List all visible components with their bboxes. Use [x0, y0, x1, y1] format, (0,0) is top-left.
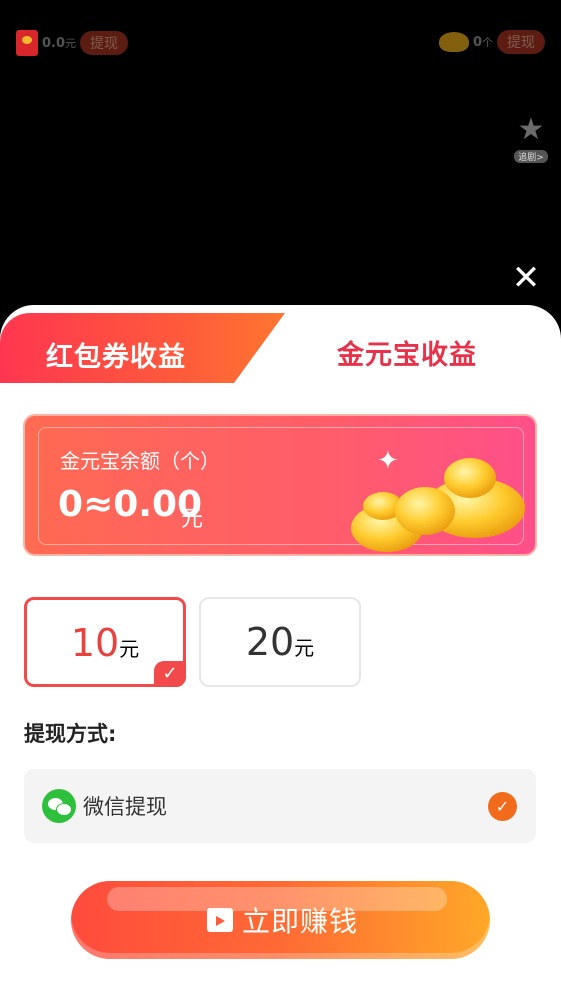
amount-option-10[interactable]: 10元 ✓: [24, 597, 186, 687]
amount-option-20[interactable]: 20元: [199, 597, 361, 687]
amount-option-unit: 元: [294, 636, 315, 660]
follow-drama-button[interactable]: ★ 追剧>: [511, 112, 551, 163]
withdraw-sheet: 红包券收益 金元宝收益 金元宝余额（个） 0≈0.00 元 ✦ 10元 ✓ 20…: [0, 305, 561, 993]
wechat-method-label: 微信提现: [83, 795, 167, 819]
earn-now-label: 立即赚钱: [242, 905, 359, 938]
balance-unit: 元: [181, 507, 204, 532]
star-icon: ★: [517, 112, 545, 147]
ingot-count-value: 0: [472, 35, 482, 50]
gold-ingot-icon: [438, 32, 469, 52]
close-icon[interactable]: ✕: [510, 261, 542, 295]
wechat-icon: [42, 789, 76, 823]
ingot-count-unit: 个: [482, 36, 493, 49]
follow-drama-label: 追剧>: [514, 150, 548, 163]
cash-balance-unit: 元: [65, 37, 77, 50]
red-packet-icon: [16, 30, 38, 56]
check-circle-icon: ✓: [488, 792, 517, 821]
balance-title: 金元宝余额（个）: [60, 449, 220, 473]
withdraw-method-wechat[interactable]: 微信提现 ✓: [24, 769, 536, 843]
top-bar: 0.0元 提现 0个 提现: [0, 28, 561, 58]
tab-red-packet[interactable]: 红包券收益: [0, 313, 285, 383]
video-icon: [207, 908, 233, 932]
gold-ingots-icon: [351, 458, 525, 552]
amount-option-unit: 元: [119, 637, 140, 661]
earn-now-button[interactable]: 立即赚钱: [71, 881, 490, 959]
balance-card: 金元宝余额（个） 0≈0.00 元 ✦: [23, 414, 537, 556]
cash-balance-group: 0.0元 提现: [16, 30, 129, 56]
withdraw-ingot-button[interactable]: 提现: [497, 30, 545, 54]
selected-check-icon: ✓: [154, 661, 186, 687]
tab-red-packet-label: 红包券收益: [46, 342, 186, 373]
tab-gold-ingot[interactable]: 金元宝收益: [337, 333, 477, 372]
cash-balance-value: 0.0: [42, 36, 66, 51]
withdraw-cash-button[interactable]: 提现: [80, 31, 129, 55]
amount-option-value: 20: [245, 620, 295, 664]
amount-option-value: 10: [70, 621, 120, 665]
cash-balance: 0.0元: [42, 35, 76, 51]
ingot-balance-group: 0个 提现: [438, 30, 545, 54]
ingot-count: 0个: [473, 34, 493, 50]
withdraw-method-title: 提现方式:: [24, 722, 117, 746]
